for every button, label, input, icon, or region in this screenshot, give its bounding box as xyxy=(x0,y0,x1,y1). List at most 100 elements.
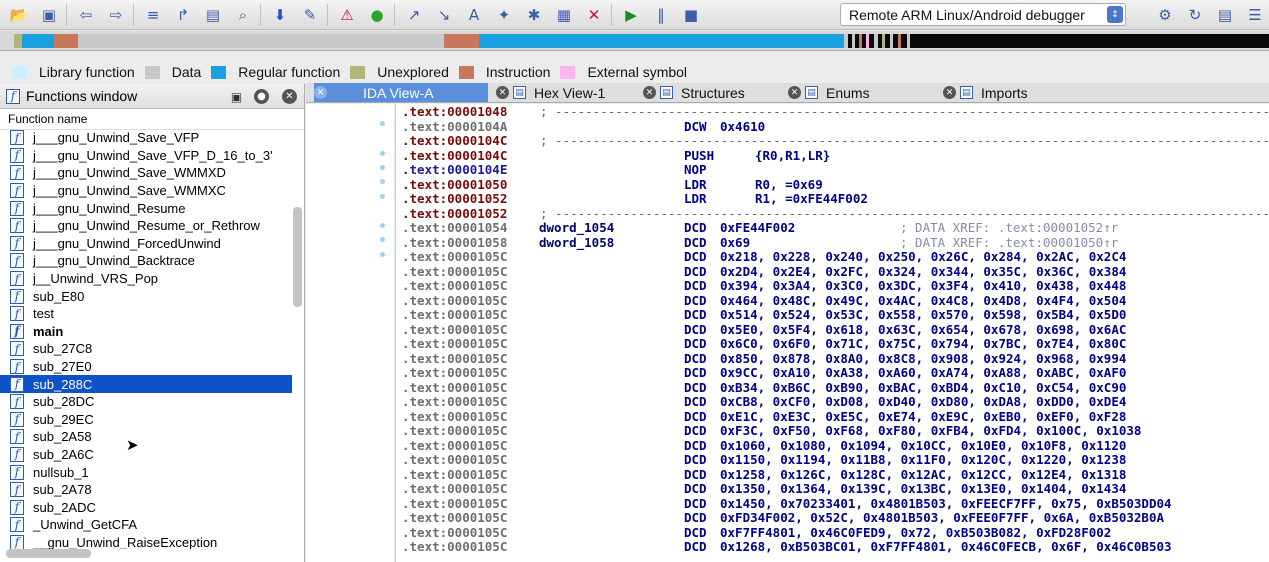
function-list-item[interactable]: f j___gnu_Unwind_Resume_or_Rethrow xyxy=(0,217,292,235)
process-icon[interactable]: ▤ xyxy=(1214,4,1236,26)
operands[interactable]: 0x464, 0x48C, 0x49C, 0x4AC, 0x4C8, 0x4D8… xyxy=(720,293,1126,309)
label[interactable]: dword_1054 xyxy=(539,220,614,236)
disasm-line[interactable]: .text:00001052 ; ------------------------… xyxy=(402,206,1269,222)
function-list-item[interactable]: f main xyxy=(0,323,292,341)
operands[interactable]: 0x9CC, 0xA10, 0xA38, 0xA60, 0xA74, 0xA88… xyxy=(720,365,1126,381)
stop-icon[interactable]: ⚠ xyxy=(336,4,358,26)
tab-hex-view-1[interactable]: ✕ ▤ Hex View-1 xyxy=(496,83,636,102)
operands[interactable]: 0x850, 0x878, 0x8A0, 0x8C8, 0x908, 0x924… xyxy=(720,351,1126,367)
operands[interactable]: 0x2D4, 0x2E4, 0x2FC, 0x324, 0x344, 0x35C… xyxy=(720,264,1126,280)
disasm-line[interactable]: .text:00001058 dword_1058 DCD 0x69 ; DATA XR… xyxy=(402,235,1118,251)
function-list-item[interactable]: f j___gnu_Unwind_Resume xyxy=(0,199,292,217)
tab-structures[interactable]: ✕ ▤ Structures xyxy=(643,83,781,102)
vertical-scrollbar[interactable] xyxy=(293,207,302,307)
function-list-item[interactable]: f j___gnu_Unwind_ForcedUnwind xyxy=(0,235,292,253)
graph-icon[interactable]: ✦ xyxy=(493,4,515,26)
function-list-item[interactable]: f sub_27C8 xyxy=(0,340,292,358)
segment-icon[interactable]: ▤ xyxy=(202,4,224,26)
disasm-line[interactable]: .text:0000105C DCD 0x218, 0x228, 0x240, 0x… xyxy=(402,249,1126,265)
disasm-line[interactable]: .text:0000104A DCW 0x4610 xyxy=(402,119,765,135)
operands[interactable]: 0x1258, 0x126C, 0x128C, 0x12AC, 0x12CC, … xyxy=(720,467,1126,483)
disasm-line[interactable]: .text:0000105C DCD 0x1060, 0x1080, 0x1094,… xyxy=(402,438,1126,454)
attach-icon[interactable]: ↻ xyxy=(1184,4,1206,26)
jump-icon[interactable]: ↱ xyxy=(172,4,194,26)
operands[interactable]: 0xF3C, 0xF50, 0xF68, 0xF80, 0xFB4, 0xFD4… xyxy=(720,423,1141,439)
disasm-line[interactable]: .text:0000105C DCD 0xF7FF4801, 0x46C0FED9,… xyxy=(402,525,1111,541)
disasm-line[interactable]: .text:0000105C DCD 0x464, 0x48C, 0x49C, 0x… xyxy=(402,293,1126,309)
export-icon[interactable]: ↘ xyxy=(433,4,455,26)
function-list-item[interactable]: f _Unwind_GetCFA xyxy=(0,516,292,534)
disasm-line[interactable]: .text:0000105C DCD 0x5E0, 0x5F4, 0x618, 0x… xyxy=(402,322,1126,338)
float-window-icon[interactable]: ▣ xyxy=(229,89,244,104)
pencil-icon[interactable]: ✎ xyxy=(299,4,321,26)
down-arrow-icon[interactable]: ⬇ xyxy=(269,4,291,26)
restore-icon[interactable]: ● xyxy=(254,89,269,104)
function-list-item[interactable]: f __gnu_Unwind_RaiseException xyxy=(0,534,292,549)
disasm-line[interactable]: .text:0000105C DCD 0xF3C, 0xF50, 0xF68, 0x… xyxy=(402,423,1141,439)
disasm-line[interactable]: .text:0000105C DCD 0xE1C, 0xE3C, 0xE5C, 0x… xyxy=(402,409,1126,425)
run-icon[interactable]: ▶ xyxy=(620,4,642,26)
operands[interactable]: {R0,R1,LR} xyxy=(755,148,830,164)
debugger-select[interactable]: Remote ARM Linux/Android debugger ↕ xyxy=(840,3,1126,26)
operands[interactable]: 0x69 xyxy=(720,235,750,251)
tab-imports[interactable]: ✕ ▤ Imports xyxy=(943,83,1093,102)
disasm-line[interactable]: .text:0000105C DCD 0x6C0, 0x6F0, 0x71C, 0x… xyxy=(402,336,1126,352)
tab-close-icon[interactable]: ✕ xyxy=(943,86,956,99)
horizontal-scrollbar[interactable] xyxy=(6,549,91,558)
disasm-line[interactable]: .text:0000105C DCD 0xFD34F002, 0x52C, 0x48… xyxy=(402,510,1164,526)
tab-close-icon[interactable]: ✕ xyxy=(788,86,801,99)
function-list-item[interactable]: f sub_2ADC xyxy=(0,498,292,516)
disasm-line[interactable]: .text:0000105C DCD 0x1268, 0xB503BC01, 0xF… xyxy=(402,539,1172,555)
pause-icon[interactable]: ‖ xyxy=(650,4,672,26)
operands[interactable]: 0xF7FF4801, 0x46C0FED9, 0x72, 0xB503B082… xyxy=(720,525,1111,541)
operands[interactable]: 0x1150, 0x1194, 0x11B8, 0x11F0, 0x120C, … xyxy=(720,452,1126,468)
plugin-icon[interactable]: ✱ xyxy=(523,4,545,26)
text-icon[interactable]: A xyxy=(463,4,485,26)
operands[interactable]: 0x394, 0x3A4, 0x3C0, 0x3DC, 0x3F4, 0x410… xyxy=(720,278,1126,294)
tab-close-icon[interactable]: ✕ xyxy=(643,86,656,99)
function-list-item[interactable]: f test xyxy=(0,305,292,323)
operands[interactable]: R0, =0x69 xyxy=(755,177,823,193)
comment[interactable]: ; DATA XREF: .text:00001052↑r xyxy=(900,220,1118,236)
disasm-line[interactable]: .text:0000105C DCD 0x394, 0x3A4, 0x3C0, 0x… xyxy=(402,278,1126,294)
disasm-line[interactable]: .text:0000105C DCD 0x1150, 0x1194, 0x11B8,… xyxy=(402,452,1126,468)
calc-icon[interactable]: ▦ xyxy=(553,4,575,26)
disasm-line[interactable]: .text:0000104C ; ------------------------… xyxy=(402,133,1269,149)
operands[interactable]: 0x1450, 0x70233401, 0x4801B503, 0xFEECF7… xyxy=(720,496,1172,512)
open-icon[interactable]: 📂 xyxy=(8,4,30,26)
operands[interactable]: 0x4610 xyxy=(720,119,765,135)
binary-icon[interactable]: ≡ xyxy=(142,4,164,26)
disasm-line[interactable]: .text:00001052 LDR R1, =0xFE44F002 xyxy=(402,191,868,207)
save-icon[interactable]: ▣ xyxy=(38,4,60,26)
function-list-item[interactable]: f sub_28DC xyxy=(0,393,292,411)
function-list-item[interactable]: f sub_27E0 xyxy=(0,358,292,376)
disasm-line[interactable]: .text:0000105C DCD 0x514, 0x524, 0x53C, 0x… xyxy=(402,307,1126,323)
disasm-line[interactable]: .text:0000105C DCD 0x2D4, 0x2E4, 0x2FC, 0x… xyxy=(402,264,1126,280)
function-list-item[interactable]: f j___gnu_Unwind_Save_WMMXD xyxy=(0,164,292,182)
disasm-line[interactable]: .text:0000104C PUSH {R0,R1,LR} xyxy=(402,148,830,164)
operands[interactable]: R1, =0xFE44F002 xyxy=(755,191,868,207)
navigation-bar[interactable] xyxy=(14,34,1269,48)
tab-close-icon[interactable]: ✕ xyxy=(496,86,509,99)
function-list-item[interactable]: f j___gnu_Unwind_Save_WMMXC xyxy=(0,182,292,200)
function-list-item[interactable]: f j__Unwind_VRS_Pop xyxy=(0,270,292,288)
function-list-item[interactable]: f sub_29EC xyxy=(0,411,292,429)
operands[interactable]: 0xFE44F002 xyxy=(720,220,795,236)
operands[interactable]: 0x218, 0x228, 0x240, 0x250, 0x26C, 0x284… xyxy=(720,249,1126,265)
disasm-line[interactable]: .text:0000105C DCD 0x1350, 0x1364, 0x139C,… xyxy=(402,481,1126,497)
disasm-line[interactable]: .text:0000105C DCD 0x1258, 0x126C, 0x128C,… xyxy=(402,467,1126,483)
operands[interactable]: 0xFD34F002, 0x52C, 0x4801B503, 0xFEE0F7F… xyxy=(720,510,1164,526)
disasm-line[interactable]: .text:0000105C DCD 0x850, 0x878, 0x8A0, 0x… xyxy=(402,351,1126,367)
column-header-function-name[interactable]: Function name xyxy=(0,109,304,130)
function-list-item[interactable]: f sub_2A58 xyxy=(0,428,292,446)
disasm-line[interactable]: .text:0000104E NOP xyxy=(402,162,707,178)
green-dot-icon[interactable]: ● xyxy=(366,4,388,26)
operands[interactable]: 0xB34, 0xB6C, 0xB90, 0xBAC, 0xBD4, 0xC10… xyxy=(720,380,1126,396)
operands[interactable]: 0x5E0, 0x5F4, 0x618, 0x63C, 0x654, 0x678… xyxy=(720,322,1126,338)
operands[interactable]: 0x1268, 0xB503BC01, 0xF7FF4801, 0x46C0FE… xyxy=(720,539,1172,555)
import-icon[interactable]: ↗ xyxy=(403,4,425,26)
function-list-item[interactable]: f sub_2A6C xyxy=(0,446,292,464)
disassembly-view[interactable]: .text:00001048 ; ------------------------… xyxy=(395,104,1269,562)
operands[interactable]: 0x514, 0x524, 0x53C, 0x558, 0x570, 0x598… xyxy=(720,307,1126,323)
tab-close-icon[interactable]: ✕ xyxy=(314,86,327,99)
